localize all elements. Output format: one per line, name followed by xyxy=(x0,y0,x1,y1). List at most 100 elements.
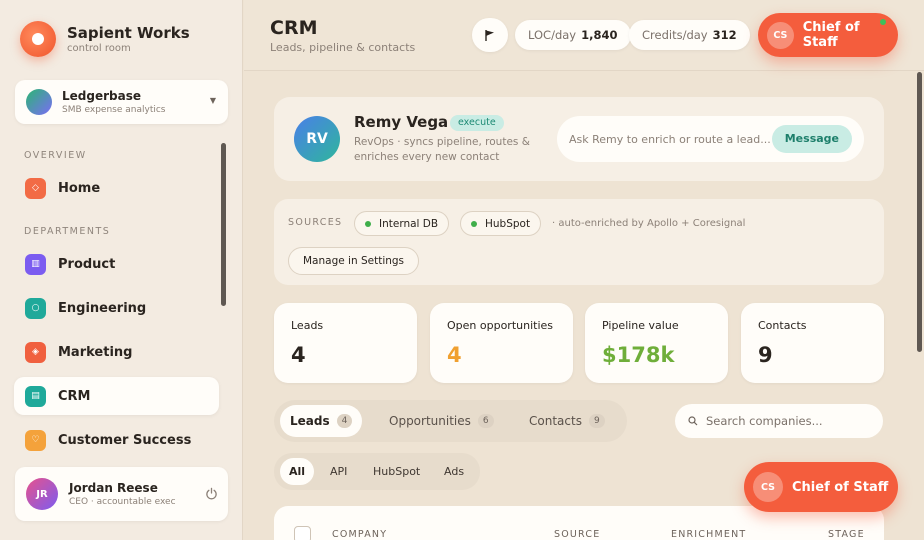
filter-api[interactable]: API xyxy=(321,458,356,485)
online-status-icon xyxy=(880,19,886,25)
metric-value: 4 xyxy=(291,343,306,367)
metric-value: $178k xyxy=(602,343,675,367)
sidebar-item-label: CRM xyxy=(58,388,91,404)
user-role: CEO · accountable exec xyxy=(69,496,176,507)
home-icon: ◇ xyxy=(25,177,46,199)
metric-label: Leads xyxy=(291,319,324,332)
metric-label: Contacts xyxy=(758,319,807,332)
metric-label: Pipeline value xyxy=(602,319,679,332)
filter-all[interactable]: All xyxy=(280,458,315,485)
page-title: CRM xyxy=(270,17,318,39)
marketing-icon: ◈ xyxy=(25,341,46,363)
source-filter-group: All API HubSpot Ads xyxy=(274,453,480,490)
agent-name: Remy Vega xyxy=(354,113,449,131)
tab-label: Contacts xyxy=(529,414,582,428)
agent-mode-badge: execute xyxy=(450,115,504,131)
credits-per-day-stat: Credits/day 312 xyxy=(629,20,750,50)
sidebar-item-marketing[interactable]: ◈ Marketing xyxy=(14,333,219,371)
tab-leads[interactable]: Leads 4 xyxy=(280,405,363,437)
sources-card: SOURCES Internal DB HubSpot · auto-enric… xyxy=(274,199,884,285)
tab-contacts[interactable]: Contacts 9 xyxy=(519,405,615,437)
agent-card: RV Remy Vega execute RevOps · syncs pipe… xyxy=(274,97,884,181)
status-dot-icon xyxy=(471,220,477,227)
column-header-stage[interactable]: STAGE xyxy=(828,529,865,540)
agent-description: RevOps · syncs pipeline, routes & enrich… xyxy=(354,136,530,163)
metric-value: 9 xyxy=(758,343,773,367)
chief-of-staff-button[interactable]: CS Chief of Staff xyxy=(758,13,898,57)
user-name: Jordan Reese xyxy=(69,480,158,495)
org-name: Ledgerbase xyxy=(62,88,141,103)
credits-value: 312 xyxy=(712,28,737,42)
power-icon[interactable] xyxy=(205,487,218,500)
page-subtitle: Leads, pipeline & contacts xyxy=(270,41,416,54)
metric-card-pipeline-value: Pipeline value $178k xyxy=(585,303,728,383)
message-button[interactable]: Message xyxy=(771,125,852,153)
tab-count-badge: 9 xyxy=(588,414,605,428)
avatar: JR xyxy=(26,478,58,510)
product-icon: ▥ xyxy=(25,253,46,275)
column-header-source[interactable]: SOURCE xyxy=(554,529,600,540)
chevron-down-icon: ▼ xyxy=(209,96,216,105)
flag-button[interactable] xyxy=(472,18,508,52)
manage-settings-button[interactable]: Manage in Settings xyxy=(288,247,420,275)
brand-name: Sapient Works xyxy=(67,23,190,42)
avatar: CS xyxy=(753,472,783,502)
company-search xyxy=(675,404,883,438)
sidebar-item-crm[interactable]: ▤ CRM xyxy=(14,377,219,415)
brand-subtitle: control room xyxy=(67,42,131,54)
sidebar-item-label: Product xyxy=(58,256,116,272)
avatar: RV xyxy=(294,116,340,162)
org-avatar xyxy=(26,89,52,115)
org-subtitle: SMB expense analytics xyxy=(62,104,166,115)
user-card[interactable]: JR Jordan Reese CEO · accountable exec xyxy=(15,467,228,521)
tab-label: Opportunities xyxy=(389,414,471,428)
tab-opportunities[interactable]: Opportunities 6 xyxy=(379,405,504,437)
sidebar-item-home[interactable]: ◇ Home xyxy=(14,169,219,207)
crm-icon: ▤ xyxy=(25,385,46,407)
source-chip-hubspot[interactable]: HubSpot xyxy=(460,211,542,236)
sidebar-item-customer-success[interactable]: ♡ Customer Success xyxy=(14,421,219,459)
select-all-checkbox[interactable] xyxy=(294,526,311,540)
avatar: CS xyxy=(767,21,794,49)
org-switcher[interactable]: Ledgerbase SMB expense analytics ▼ xyxy=(15,80,228,124)
sidebar-item-label: Home xyxy=(58,180,101,196)
column-header-company[interactable]: COMPANY xyxy=(332,529,387,540)
search-input[interactable] xyxy=(706,414,876,428)
loc-label: LOC/day xyxy=(528,28,577,42)
column-header-enrichment[interactable]: ENRICHMENT xyxy=(671,529,746,540)
source-chip-internal-db[interactable]: Internal DB xyxy=(354,211,450,236)
section-label-overview: OVERVIEW xyxy=(24,150,87,161)
floating-chief-of-staff-button[interactable]: CS Chief of Staff xyxy=(744,462,898,512)
brand[interactable]: Sapient Works control room xyxy=(20,21,190,57)
sidebar: Sapient Works control room Ledgerbase SM… xyxy=(0,0,243,540)
search-icon xyxy=(688,416,698,426)
sidebar-item-product[interactable]: ▥ Product xyxy=(14,245,219,283)
loc-value: 1,840 xyxy=(581,28,618,42)
section-label-departments: DEPARTMENTS xyxy=(24,226,111,237)
sidebar-scrollbar[interactable] xyxy=(221,143,226,306)
tab-count-badge: 6 xyxy=(477,414,494,428)
credits-label: Credits/day xyxy=(642,28,708,42)
enrichment-note: · auto-enriched by Apollo + Coresignal xyxy=(552,218,746,229)
sidebar-item-engineering[interactable]: ○ Engineering xyxy=(14,289,219,327)
chief-of-staff-label: Chief of Staff xyxy=(792,479,889,495)
tab-label: Leads xyxy=(290,414,330,428)
engineering-icon: ○ xyxy=(25,297,46,319)
sidebar-item-label: Engineering xyxy=(58,300,147,316)
flag-icon xyxy=(485,29,494,41)
tab-count-badge: 4 xyxy=(336,414,353,428)
page-header: CRM Leads, pipeline & contacts LOC/day 1… xyxy=(244,0,924,71)
main-scrollbar[interactable] xyxy=(917,72,922,352)
source-label: HubSpot xyxy=(485,217,531,230)
metric-label: Open opportunities xyxy=(447,319,554,332)
metric-card-open-opportunities: Open opportunities 4 xyxy=(430,303,573,383)
metric-value: 4 xyxy=(447,343,462,367)
view-tabs: Leads 4 Opportunities 6 Contacts 9 xyxy=(274,400,627,442)
filter-ads[interactable]: Ads xyxy=(435,458,473,485)
loc-per-day-stat: LOC/day 1,840 xyxy=(515,20,631,50)
ask-agent-input[interactable] xyxy=(569,132,779,146)
metric-card-contacts: Contacts 9 xyxy=(741,303,884,383)
source-label: Internal DB xyxy=(379,217,439,230)
filter-hubspot[interactable]: HubSpot xyxy=(364,458,429,485)
ask-agent-box: Message xyxy=(557,116,864,162)
